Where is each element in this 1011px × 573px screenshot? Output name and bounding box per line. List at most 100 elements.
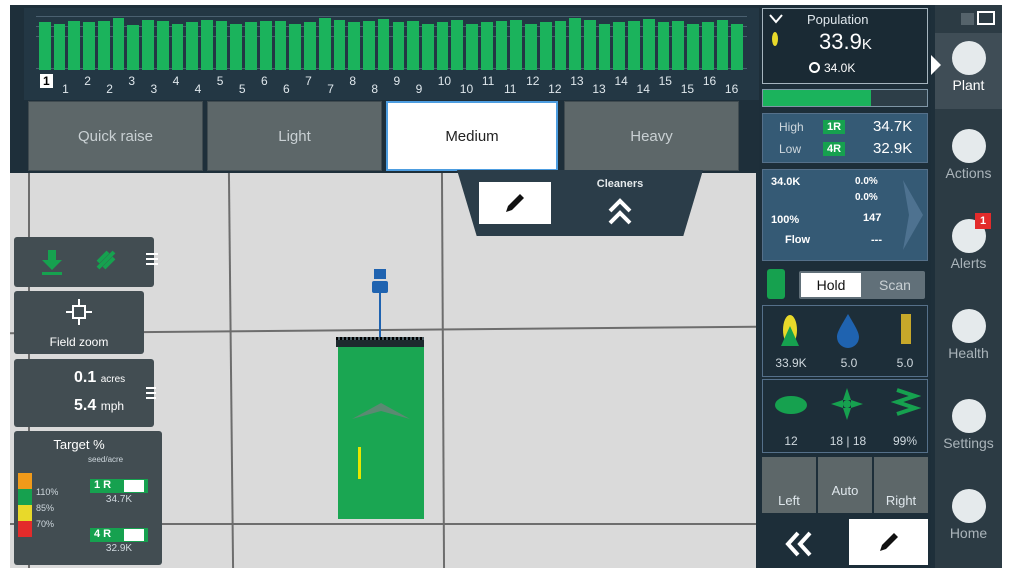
medium-button[interactable]: Medium (386, 101, 558, 171)
row-bar (495, 21, 508, 70)
low-row-value: 32.9K (105, 543, 133, 554)
row-bar (672, 21, 685, 70)
row-label: 9 (415, 82, 423, 96)
population-box[interactable]: Population 33.9K 34.0K (762, 8, 928, 84)
light-button[interactable]: Light (207, 101, 382, 171)
steer-right-button[interactable]: Right (874, 457, 928, 513)
nav-actions[interactable]: Actions (935, 129, 1002, 181)
population-title: Population (807, 12, 869, 27)
stats-box-2[interactable]: 12 18 | 18 99% (762, 379, 928, 453)
nav-plant-label: Plant (952, 77, 985, 93)
doubles-metric: 0.0% (855, 192, 878, 203)
field-zoom-button[interactable]: Field zoom (14, 291, 144, 354)
row-label: 10 (459, 82, 474, 96)
row-bar (289, 23, 302, 70)
row-bar (657, 22, 670, 70)
split-view-icon (961, 13, 974, 25)
drop-icon (837, 314, 859, 348)
steer-left-label: Left (778, 493, 800, 508)
row-bar (510, 20, 523, 70)
stats-box-1[interactable]: 33.9K 5.0 5.0 (762, 305, 928, 377)
satellite-icon (96, 250, 116, 270)
row-bar (642, 18, 655, 70)
nav-alerts[interactable]: 1 Alerts (935, 213, 1002, 271)
hold-scan-toggle[interactable]: Hold Scan (799, 271, 925, 299)
ride-quality-metric: 147 (863, 212, 882, 224)
row-bar (466, 23, 478, 70)
corn-icon (781, 315, 799, 346)
steer-right-label: Right (885, 493, 917, 508)
nav-home[interactable]: Home (935, 489, 1002, 541)
spring-icon (891, 388, 921, 416)
edit-panel-button[interactable] (849, 519, 928, 565)
steer-left-button[interactable]: Left (762, 457, 816, 513)
flow-value: --- (871, 234, 882, 246)
row-bar (451, 20, 464, 70)
full-view-icon (977, 11, 995, 25)
row-label: 7 (305, 74, 312, 88)
area-speed-widget: 0.1 acres 5.4 mph (14, 359, 156, 427)
planter-bar (336, 337, 424, 347)
row-bar (716, 20, 729, 70)
seed-icon (772, 32, 778, 46)
high-tag: 1R (823, 120, 846, 134)
row-label: 16 (724, 82, 739, 96)
row-label: 4 (172, 74, 180, 88)
disk-icon (775, 396, 807, 414)
scan-button[interactable]: Scan (867, 273, 923, 297)
row-bar (407, 21, 419, 70)
acres-value: 0.1 (74, 369, 97, 386)
tractor-body-icon (372, 281, 388, 293)
row-bar (569, 17, 581, 70)
stat-downforce: 99% (892, 434, 918, 448)
row-label: 5 (216, 74, 224, 88)
row-bar (377, 18, 390, 70)
quick-raise-button[interactable]: Quick raise (28, 101, 203, 171)
row-label: 14 (614, 74, 628, 88)
speed-value: 5.4 (74, 397, 97, 414)
chevron-right-icon (903, 180, 923, 250)
legend-85: 85% (36, 503, 55, 513)
nav-health[interactable]: Health (935, 309, 1002, 361)
row-bar (259, 20, 272, 70)
actions-icon (951, 129, 986, 163)
high-row-value: 34.7K (105, 494, 133, 505)
menu-icon[interactable] (146, 253, 158, 255)
download-icon (42, 250, 62, 275)
high-row-tag-label: 1 R (94, 479, 112, 491)
hold-button[interactable]: Hold (801, 273, 861, 297)
metrics-box[interactable]: 34.0K 0.0% 0.0% 100% 147 Flow --- (762, 169, 928, 261)
side-nav: Plant Actions 1 Alerts Health Settings H… (935, 5, 1002, 568)
row-bar (421, 23, 434, 70)
nav-settings[interactable]: Settings (935, 399, 1002, 451)
map-layers-widget[interactable] (14, 237, 158, 287)
row-label: 2 (84, 74, 91, 88)
screen-toggle[interactable] (961, 11, 995, 27)
legend-high-swatch (18, 473, 32, 489)
row-marker (358, 447, 361, 479)
row-bar (318, 17, 331, 70)
edit-pencil-button[interactable] (479, 182, 551, 224)
menu-icon[interactable] (146, 387, 156, 389)
population-target: 34.0K (824, 61, 856, 75)
seed-metric: 34.0K (771, 176, 801, 188)
row-bar (583, 20, 596, 70)
collapse-button[interactable] (762, 519, 842, 565)
pencil-icon (879, 533, 898, 551)
target-icon (809, 62, 820, 73)
low-row-tag-label: 4 R (94, 528, 112, 540)
hitch-line (379, 293, 381, 339)
nav-plant[interactable]: Plant (935, 33, 1002, 109)
row-label: 6 (283, 82, 290, 96)
double-chevron-left-icon (785, 531, 812, 557)
row-label: 6 (260, 74, 268, 88)
row-label: 10 (437, 74, 452, 88)
row-bar (554, 21, 567, 70)
cleaners-up-button[interactable] (606, 197, 634, 227)
heavy-button[interactable]: Heavy (564, 101, 739, 171)
row-bar (436, 22, 449, 70)
steer-auto-button[interactable]: Auto (818, 457, 872, 513)
low-label: Low (779, 142, 802, 156)
right-panel: Population 33.9K 34.0K High 1R 34.7K Low… (759, 5, 931, 568)
stat-fan: 18 | 18 (829, 434, 867, 448)
